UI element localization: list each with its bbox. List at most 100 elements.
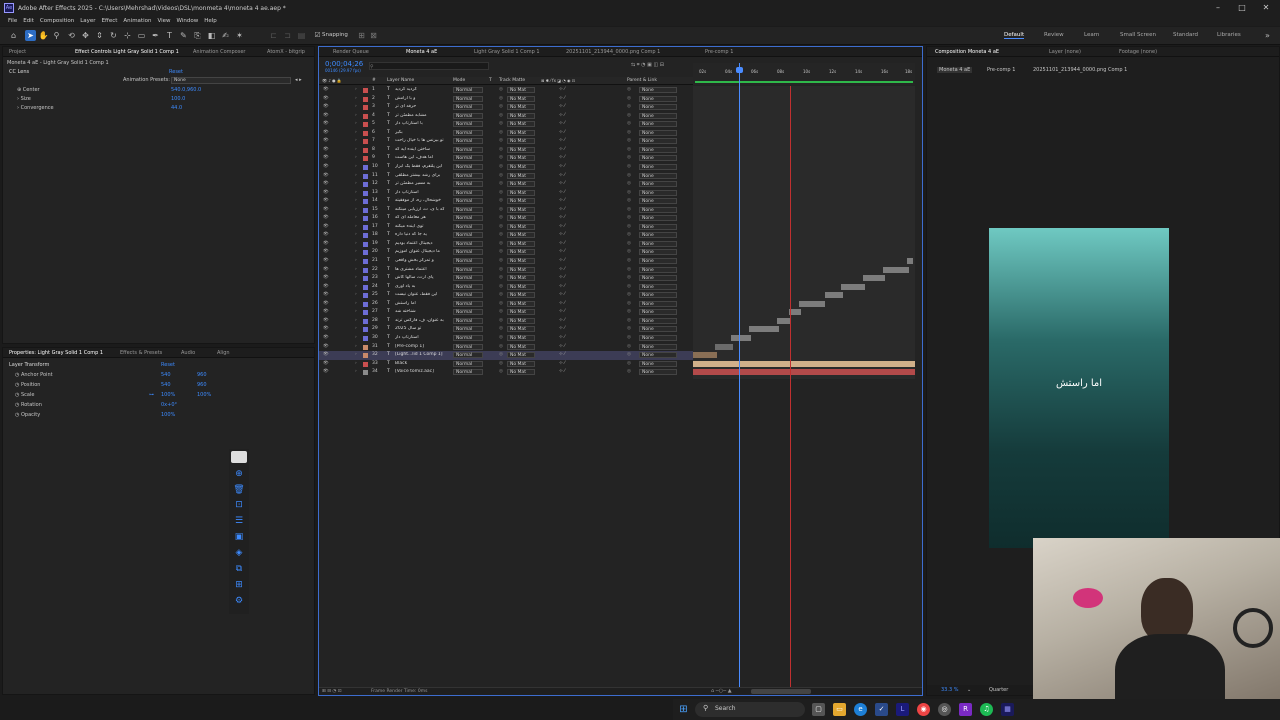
label-color-chip[interactable] [363,207,368,213]
layer-row[interactable]: 👁 › 33 T Black Normal ◎ No Mat ⊹ ⁄ ◎ None [319,360,693,369]
visibility-eye-icon[interactable]: 👁 [323,121,329,126]
parent-dropdown[interactable]: None [639,215,677,222]
list-icon[interactable]: ☰ [233,515,245,527]
parent-pickwhip-icon[interactable]: ◎ [627,138,631,143]
expand-arrow-icon[interactable]: › [355,113,357,118]
layer-row[interactable]: 👁 › 4 T مشابه مطمئن تر Normal ◎ No Mat ⊹ ⁄ ◎ None [319,112,693,121]
track-matte-pickwhip-icon[interactable]: ◎ [499,267,503,272]
presets-arrows-icon[interactable]: ◂ ▸ [295,77,302,83]
align-icon[interactable]: ⊞ [233,579,245,591]
workspace-learn[interactable]: Learn [1084,32,1099,38]
track-matte-dropdown[interactable]: No Mat [507,172,535,179]
layer-switches-icon[interactable]: ⊹ ⁄ [559,258,565,263]
parent-dropdown[interactable]: None [639,352,677,359]
menu-composition[interactable]: Composition [40,18,74,24]
opacity-value[interactable]: 100% [161,412,175,418]
layer-name[interactable]: استارتاپ دار [395,190,451,195]
parent-dropdown[interactable]: None [639,240,677,247]
visibility-eye-icon[interactable]: 👁 [323,173,329,178]
visibility-eye-icon[interactable]: 👁 [323,318,329,323]
expand-arrow-icon[interactable]: › [355,173,357,178]
parent-pickwhip-icon[interactable]: ◎ [627,241,631,246]
label-color-chip[interactable] [363,130,368,136]
layer-duration-bar[interactable] [749,326,779,333]
layer-row[interactable]: 👁 › 28 T به عنوان، ف، فارکس ترند Normal ◎ No Ma… [319,317,693,326]
label-color-chip[interactable] [363,96,368,102]
mode-dropdown[interactable]: Normal [453,232,483,239]
parent-dropdown[interactable]: None [639,163,677,170]
visibility-eye-icon[interactable]: 👁 [323,130,329,135]
layer-switches-icon[interactable]: ⊹ ⁄ [559,275,565,280]
parent-dropdown[interactable]: None [639,87,677,93]
mode-dropdown[interactable]: Normal [453,112,483,119]
layer-name[interactable]: این فقط، عنوان نیست [395,292,451,297]
layer-name[interactable]: حرفه ای تر [395,104,451,109]
mode-dropdown[interactable]: Normal [453,309,483,316]
layer-switches-icon[interactable]: ⊹ ⁄ [559,335,565,340]
mode-dropdown[interactable]: Normal [453,87,483,93]
tab-light-gray-solid[interactable]: Light Gray Solid 1 Comp 1 [474,49,540,55]
copy-icon[interactable]: ⧉ [233,563,245,575]
layer-duration-bar[interactable] [693,369,915,376]
track-matte-dropdown[interactable]: No Mat [507,258,535,264]
layer-name[interactable]: پای آرت، سالها کاش [395,275,451,280]
selection-tool-icon[interactable]: ➤ [25,30,36,41]
track-matte-dropdown[interactable]: No Mat [507,163,535,170]
mode-dropdown[interactable]: Normal [453,181,483,188]
layer-name[interactable]: این پلتفرم، فقط یک ابزار [395,164,451,169]
layer-row[interactable]: 👁 › 15 T که با ی، ت، ارزیابی مینکنه Normal ◎ No… [319,206,693,215]
track-matte-dropdown[interactable]: No Mat [507,266,535,273]
taskbar-search[interactable]: ⚲ Search [695,702,805,717]
workspace-default[interactable]: Default [1004,32,1025,39]
puppet-tool-icon[interactable]: ✶ [234,30,245,41]
label-color-chip[interactable] [363,190,368,196]
layer-name[interactable]: هر معامله ای که [395,215,451,220]
expand-arrow-icon[interactable]: › [355,207,357,212]
center-value[interactable]: 540.0,960.0 [171,87,201,93]
expand-arrow-icon[interactable]: › [355,309,357,314]
layer-row[interactable]: 👁 › 25 T این فقط، عنوان نیست Normal ◎ No Mat ⊹ ⁄… [319,291,693,300]
parent-pickwhip-icon[interactable]: ◎ [627,104,631,109]
label-color-chip[interactable] [363,113,368,119]
layer-name[interactable]: تو سال 2025 [395,326,451,331]
expand-arrow-icon[interactable]: › [355,104,357,109]
track-matte-dropdown[interactable]: No Mat [507,334,535,341]
expand-arrow-icon[interactable]: › [355,284,357,289]
expand-arrow-icon[interactable]: › [355,275,357,280]
track-matte-pickwhip-icon[interactable]: ◎ [499,326,503,331]
visibility-eye-icon[interactable]: 👁 [323,241,329,246]
layer-row[interactable]: 👁 › 29 T تو سال 2025 Normal ◎ No Mat ⊹ ⁄ ◎ None [319,325,693,334]
parent-dropdown[interactable]: None [639,343,677,350]
label-color-chip[interactable] [363,139,368,145]
parent-pickwhip-icon[interactable]: ◎ [627,267,631,272]
parent-dropdown[interactable]: None [639,121,677,128]
layer-row[interactable]: 👁 › 7 T تو بیزنس ها با خیال راحت Normal ◎ No Ma… [319,137,693,146]
rotation-value[interactable]: 0x+0° [161,402,177,408]
layer-row[interactable]: 👁 › 16 T هر معامله ای که Normal ◎ No Mat ⊹ ⁄ ◎ Non… [319,214,693,223]
label-color-chip[interactable] [363,276,368,282]
track-matte-dropdown[interactable]: No Mat [507,181,535,188]
layer-row[interactable]: 👁 › 10 T این پلتفرم، فقط یک ابزار Normal ◎ No M… [319,163,693,172]
track-matte-pickwhip-icon[interactable]: ◎ [499,258,503,263]
parent-dropdown[interactable]: None [639,369,677,376]
track-matte-dropdown[interactable]: No Mat [507,189,535,196]
mode-dropdown[interactable]: Normal [453,360,483,367]
layer-duration-bar[interactable] [863,275,885,282]
expand-arrow-icon[interactable]: › [355,121,357,126]
layer-name[interactable]: مشابه مطمئن تر [395,113,451,118]
layer-row[interactable]: 👁 › 3 T حرفه ای تر Normal ◎ No Mat ⊹ ⁄ ◎ None [319,103,693,112]
mode-dropdown[interactable]: Normal [453,172,483,179]
mode-dropdown[interactable]: Normal [453,292,483,299]
align-right-icon[interactable]: ▤ [296,30,307,41]
plugin-logo-icon[interactable] [231,451,247,463]
layer-switches-icon[interactable]: ⊹ ⁄ [559,344,565,349]
visibility-eye-icon[interactable]: 👁 [323,352,329,357]
align-center-icon[interactable]: ⊐ [282,30,293,41]
parent-pickwhip-icon[interactable]: ◎ [627,284,631,289]
layer-name[interactable]: اما هدف، این هاست [395,155,451,160]
parent-pickwhip-icon[interactable]: ◎ [627,232,631,237]
track-matte-dropdown[interactable]: No Mat [507,326,535,333]
track-matte-pickwhip-icon[interactable]: ◎ [499,198,503,203]
label-color-chip[interactable] [363,216,368,222]
parent-pickwhip-icon[interactable]: ◎ [627,335,631,340]
